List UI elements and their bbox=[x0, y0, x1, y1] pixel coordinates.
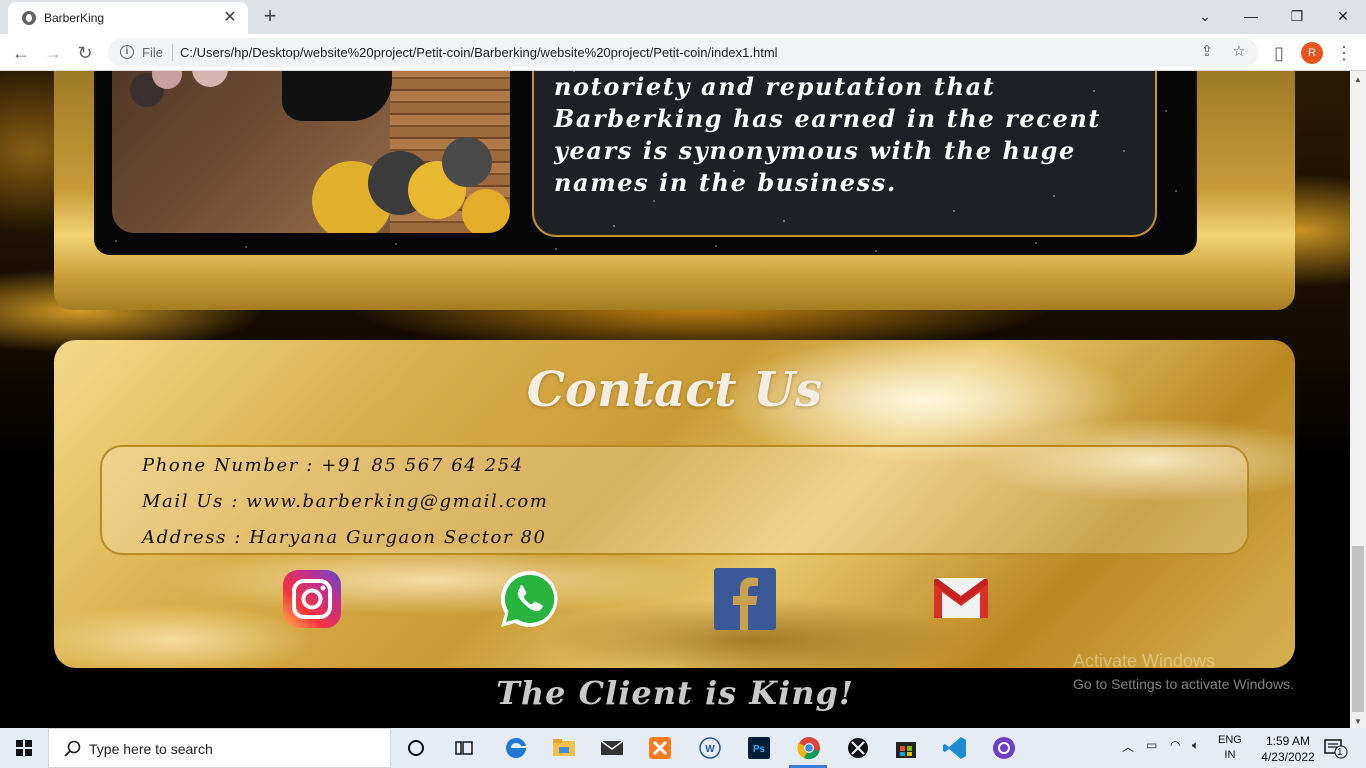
about-text-box: notoriety and reputation that Barberking… bbox=[532, 71, 1157, 237]
system-clock[interactable]: 1:59 AM 4/23/2022 bbox=[1252, 733, 1324, 765]
github-desktop-icon[interactable] bbox=[990, 734, 1018, 762]
edge-icon[interactable] bbox=[502, 734, 530, 762]
battery-icon[interactable]: ▭ bbox=[1146, 738, 1157, 752]
search-icon bbox=[64, 740, 81, 757]
minimize-button[interactable]: — bbox=[1228, 4, 1274, 28]
new-tab-button[interactable]: + bbox=[258, 5, 282, 29]
scroll-thumb[interactable] bbox=[1352, 546, 1364, 712]
notification-count: 1 bbox=[1337, 747, 1343, 758]
menu-dots-icon[interactable]: ⋮ bbox=[1335, 40, 1353, 66]
mail-icon[interactable] bbox=[598, 734, 626, 762]
wifi-icon[interactable]: ◠ bbox=[1170, 738, 1180, 752]
store-icon[interactable] bbox=[892, 734, 920, 762]
file-label: File bbox=[142, 45, 163, 60]
language-indicator[interactable]: ENG IN bbox=[1218, 733, 1242, 763]
vscode-icon[interactable] bbox=[941, 734, 969, 762]
about-panel: notoriety and reputation that Barberking… bbox=[96, 71, 1195, 253]
tab-search-icon[interactable]: ⌄ bbox=[1182, 4, 1228, 28]
back-button[interactable]: ← bbox=[8, 40, 34, 66]
tab-title: BarberKing bbox=[44, 11, 105, 25]
windows-taskbar: Type here to search W Ps ︿ ▭ ◠ 🔈︎ ENG IN… bbox=[0, 728, 1366, 768]
region-code: IN bbox=[1224, 749, 1236, 761]
barber-shop-photo bbox=[112, 71, 510, 233]
window-close-button[interactable]: ✕ bbox=[1320, 4, 1366, 28]
activate-windows-subtitle: Go to Settings to activate Windows. bbox=[1073, 676, 1294, 692]
page-viewport: notoriety and reputation that Barberking… bbox=[0, 71, 1350, 728]
notification-icon[interactable] bbox=[1322, 736, 1348, 760]
url-divider bbox=[172, 44, 173, 61]
svg-text:W: W bbox=[705, 744, 715, 755]
windows-start-icon[interactable] bbox=[0, 728, 48, 768]
phone-number: Phone Number : +91 85 567 64 254 bbox=[142, 455, 524, 476]
close-icon[interactable]: ✕ bbox=[220, 8, 240, 28]
share-icon[interactable]: ⇪ bbox=[1198, 43, 1216, 61]
browser-tab[interactable]: BarberKing ✕ bbox=[8, 2, 248, 34]
clock-date: 4/23/2022 bbox=[1261, 750, 1315, 764]
person-figure bbox=[282, 71, 392, 121]
page-scrollbar[interactable]: ▲ ▼ bbox=[1350, 71, 1366, 728]
postal-address: Address : Haryana Gurgaon Sector 80 bbox=[142, 527, 547, 548]
activate-windows-title: Activate Windows bbox=[1073, 651, 1216, 671]
contact-section: Contact Us Phone Number : +91 85 567 64 … bbox=[54, 340, 1295, 668]
volume-icon[interactable]: 🔈︎ bbox=[1192, 738, 1199, 753]
word-icon[interactable]: W bbox=[696, 734, 724, 762]
info-icon[interactable]: i bbox=[120, 45, 134, 59]
cortana-icon[interactable] bbox=[402, 734, 430, 762]
clock-time: 1:59 AM bbox=[1265, 734, 1311, 748]
instagram-icon[interactable] bbox=[281, 568, 343, 630]
scroll-up-icon[interactable]: ▲ bbox=[1354, 75, 1362, 84]
restore-button[interactable]: ❐ bbox=[1274, 4, 1320, 28]
about-text: notoriety and reputation that Barberking… bbox=[554, 72, 1102, 197]
forward-button[interactable]: → bbox=[40, 40, 66, 66]
xampp-icon[interactable] bbox=[646, 734, 674, 762]
language-code: ENG bbox=[1218, 734, 1242, 746]
about-section: notoriety and reputation that Barberking… bbox=[54, 71, 1295, 310]
chrome-icon[interactable] bbox=[795, 734, 823, 762]
browser-toolbar: ← → ↻ i File C:/Users/hp/Desktop/website… bbox=[0, 34, 1366, 71]
svg-text:Ps: Ps bbox=[753, 744, 766, 755]
reload-button[interactable]: ↻ bbox=[72, 40, 98, 66]
gmail-icon[interactable] bbox=[930, 568, 992, 630]
taskbar-search-box[interactable]: Type here to search bbox=[48, 728, 391, 768]
scroll-down-icon[interactable]: ▼ bbox=[1354, 717, 1362, 726]
task-view-icon[interactable] bbox=[450, 734, 478, 762]
facebook-icon[interactable] bbox=[714, 568, 776, 630]
balloon bbox=[442, 137, 492, 187]
address-bar[interactable]: i File C:/Users/hp/Desktop/website%20pro… bbox=[108, 38, 1258, 67]
file-explorer-icon[interactable] bbox=[550, 734, 578, 762]
xbox-icon[interactable] bbox=[844, 734, 872, 762]
side-panel-icon[interactable]: ▯ bbox=[1266, 40, 1292, 66]
url-text[interactable]: C:/Users/hp/Desktop/website%20project/Pe… bbox=[180, 45, 778, 60]
whatsapp-icon[interactable] bbox=[498, 568, 560, 630]
chevron-up-icon[interactable]: ︿ bbox=[1122, 738, 1134, 755]
profile-avatar[interactable]: R bbox=[1301, 42, 1323, 64]
mail-address[interactable]: Mail Us : www.barberking@gmail.com bbox=[142, 491, 548, 512]
bookmark-star-icon[interactable]: ☆ bbox=[1230, 43, 1248, 61]
search-placeholder: Type here to search bbox=[89, 741, 213, 757]
balloon bbox=[462, 189, 510, 233]
browser-tab-strip: BarberKing ✕ + ⌄ — ❐ ✕ bbox=[0, 0, 1366, 34]
balloon bbox=[192, 71, 228, 87]
globe-icon bbox=[22, 11, 36, 25]
contact-title: Contact Us bbox=[526, 362, 823, 418]
photoshop-icon[interactable]: Ps bbox=[745, 734, 773, 762]
contact-details-box: Phone Number : +91 85 567 64 254 Mail Us… bbox=[100, 445, 1249, 555]
